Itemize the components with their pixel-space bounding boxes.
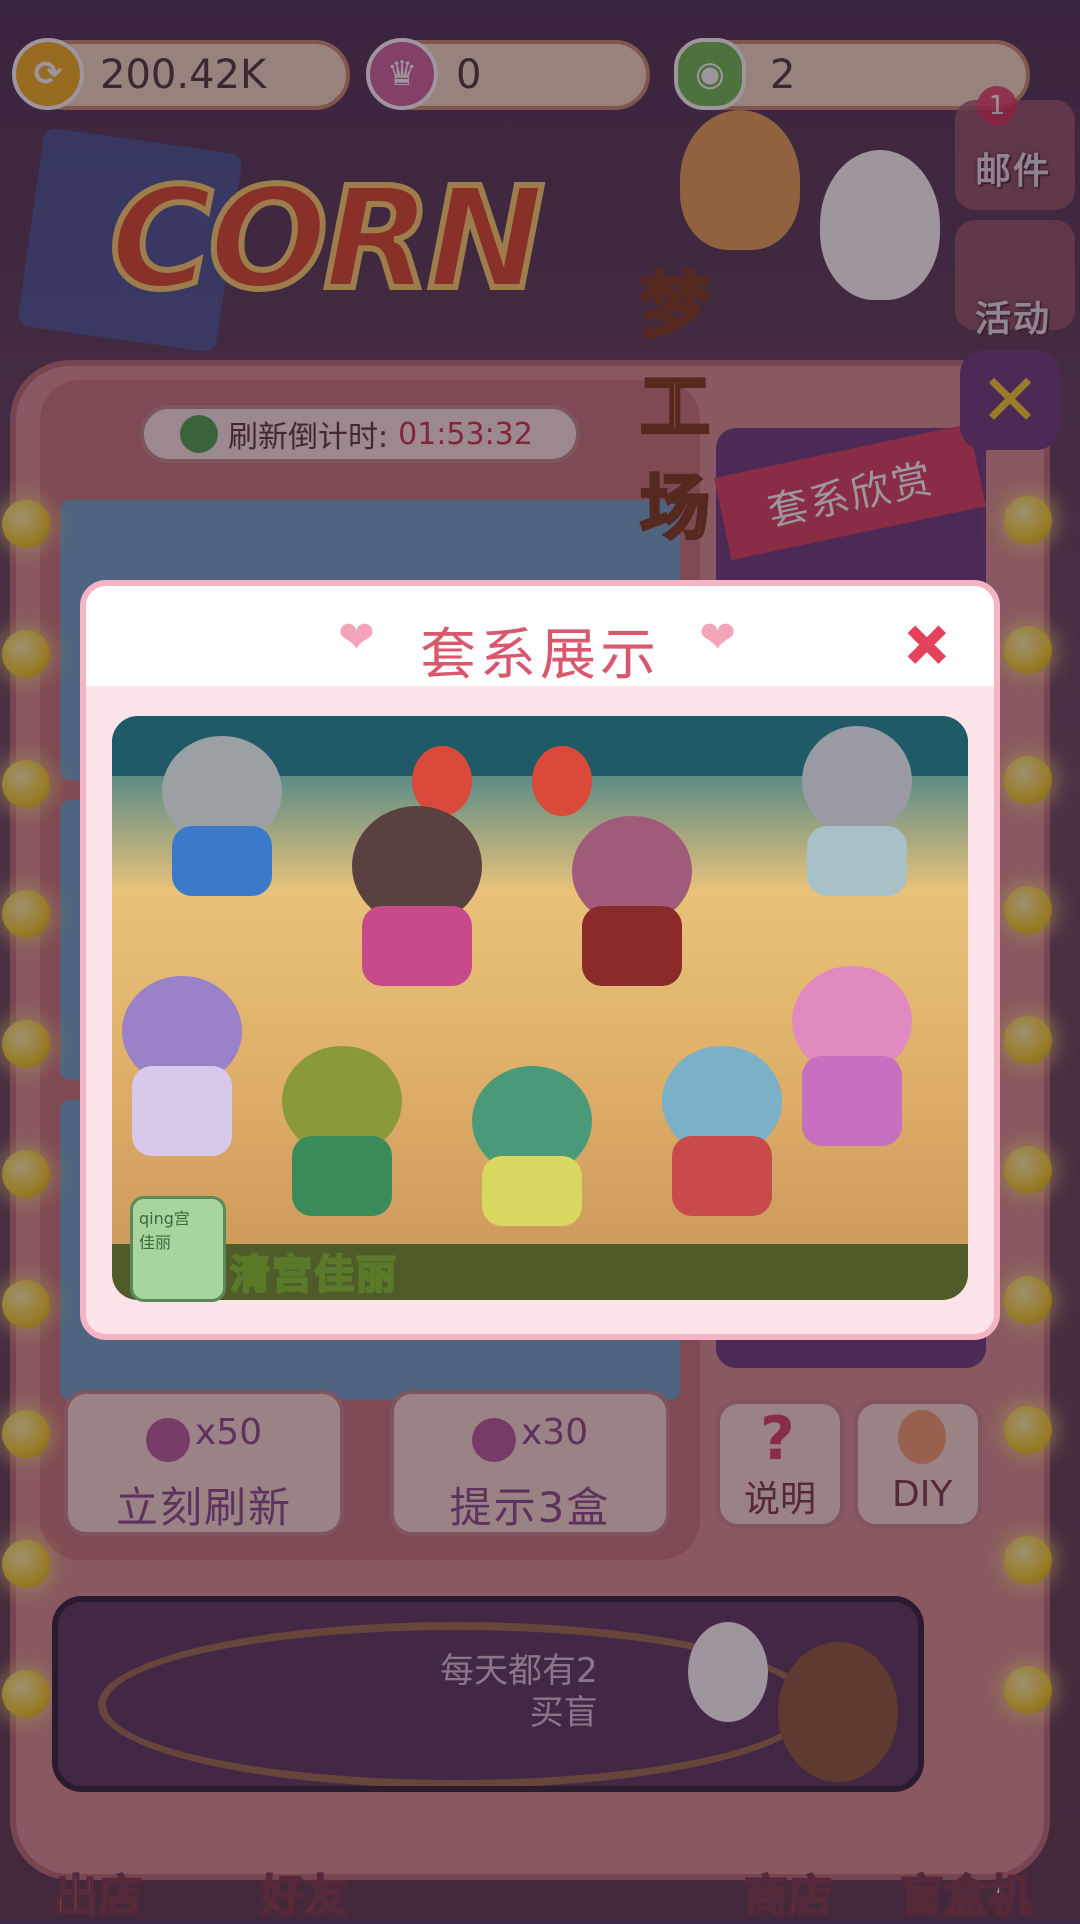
doll-figure: [802, 726, 912, 836]
set-icon: qing宫 佳丽: [130, 1196, 226, 1302]
heart-icon: ❤: [338, 612, 379, 663]
series-scene-image: [112, 716, 968, 1300]
lantern-icon: [532, 746, 592, 816]
set-icon-text: qing宫 佳丽: [139, 1209, 190, 1252]
modal-close-button[interactable]: ✖: [899, 609, 966, 686]
doll-figure: [292, 1136, 392, 1216]
set-name: 清宫佳丽: [229, 1251, 398, 1299]
doll-figure: [172, 826, 272, 896]
heart-icon: ❤: [699, 612, 740, 663]
doll-figure: [807, 826, 907, 896]
doll-figure: [802, 1056, 902, 1146]
doll-figure: [582, 906, 682, 986]
doll-figure: [672, 1136, 772, 1216]
modal-title-row: ❤ 套系展示 ❤: [300, 600, 780, 688]
doll-figure: [132, 1066, 232, 1156]
modal-title: 套系展示: [420, 623, 660, 688]
doll-figure: [482, 1156, 582, 1226]
doll-figure: [362, 906, 472, 986]
close-icon: ✖: [899, 609, 956, 686]
